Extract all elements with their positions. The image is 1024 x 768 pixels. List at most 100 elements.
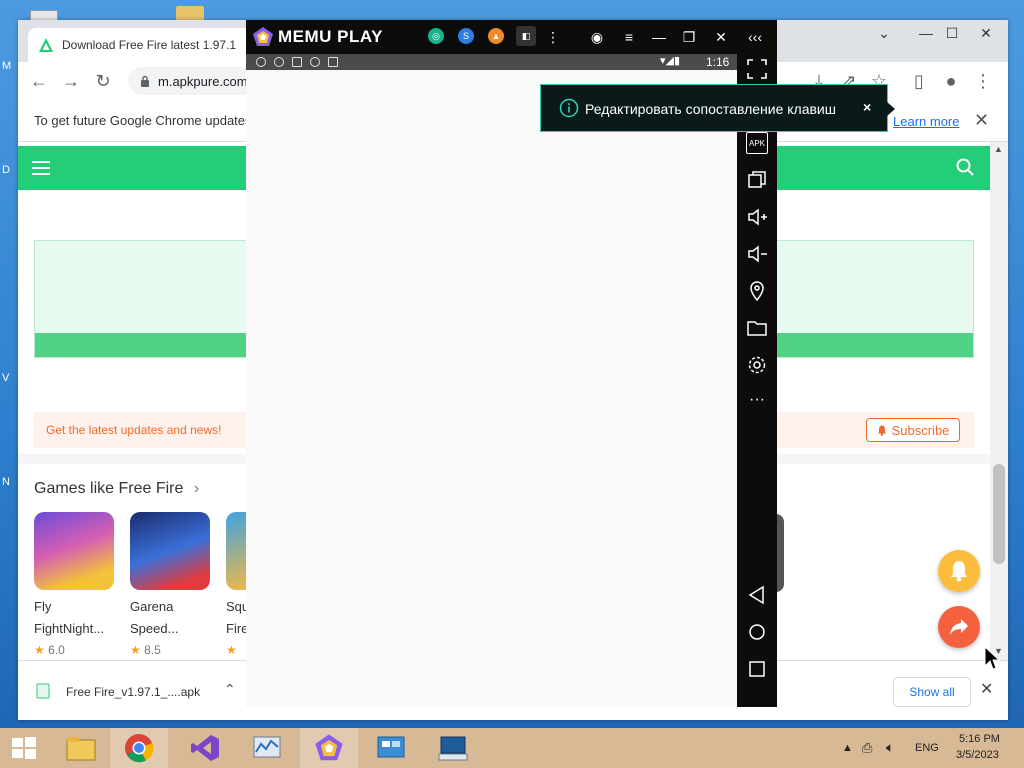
- chrome-logo-icon: [125, 734, 154, 763]
- side-panel-icon[interactable]: ▯: [906, 68, 932, 94]
- chrome-menu-icon[interactable]: ⋮: [970, 68, 996, 94]
- taskbar-control-panel[interactable]: [362, 728, 420, 768]
- memu-close-icon[interactable]: ✕: [710, 26, 732, 48]
- fullscreen-icon[interactable]: [746, 58, 768, 80]
- app-tab-icon-3[interactable]: ▲: [488, 28, 504, 44]
- taskbar-on-screen-keyboard[interactable]: [424, 728, 482, 768]
- game-rating: ★ 8.5: [130, 640, 210, 660]
- subscribe-button[interactable]: Subscribe: [866, 418, 960, 442]
- learn-more-link[interactable]: Learn more: [893, 114, 959, 129]
- star-icon: ★: [34, 643, 45, 657]
- taskbar-resource-monitor[interactable]: [238, 728, 296, 768]
- hamburger-menu-icon[interactable]: [32, 161, 50, 175]
- tab-title: Download Free Fire latest 1.97.1: [62, 38, 237, 52]
- game-card[interactable]: Fly FightNight... ★ 6.0: [34, 512, 114, 660]
- game-card[interactable]: Garena Speed... ★ 8.5: [130, 512, 210, 660]
- status-app-icon: [310, 57, 320, 67]
- tray-volume-icon[interactable]: 🔈︎: [886, 739, 894, 756]
- share-fab-button[interactable]: [938, 606, 980, 648]
- taskbar-memu[interactable]: [300, 728, 358, 768]
- download-shelf-close-icon[interactable]: ✕: [980, 679, 993, 699]
- app-tab-icon-active[interactable]: ◧: [516, 26, 536, 46]
- memu-restore-icon[interactable]: ❐: [678, 26, 700, 48]
- scrollbar-thumb[interactable]: [993, 464, 1005, 564]
- download-chevron-up-icon[interactable]: ⌃: [224, 681, 236, 698]
- chrome-close-button[interactable]: ✕: [968, 22, 1004, 44]
- tray-expand-chevron-icon[interactable]: ▲: [842, 742, 853, 754]
- taskbar-file-explorer[interactable]: [52, 728, 110, 768]
- page-scrollbar[interactable]: ▲ ▼: [990, 142, 1008, 660]
- back-arrow-icon[interactable]: ←: [26, 68, 52, 94]
- show-all-button[interactable]: Show all: [893, 677, 971, 707]
- location-pin-icon[interactable]: [746, 280, 768, 302]
- lock-icon: [141, 75, 149, 87]
- game-name: Squ: [226, 599, 246, 614]
- games-like-heading[interactable]: Games like Free Fire ›: [34, 480, 199, 498]
- star-icon: ★: [130, 643, 141, 657]
- url-text: m.apkpure.com: [158, 73, 248, 89]
- chevron-right-icon: ›: [193, 480, 200, 497]
- news-text: Get the latest updates and news!: [46, 423, 222, 437]
- android-recents-icon[interactable]: [746, 658, 768, 680]
- file-explorer-icon: [66, 737, 96, 761]
- more-horizontal-icon[interactable]: ···: [746, 391, 768, 413]
- status-a-icon: [328, 57, 338, 67]
- chrome-maximize-button[interactable]: ☐: [934, 22, 970, 44]
- tooltip-text: Редактировать сопоставление клавиш: [585, 101, 836, 117]
- more-vertical-icon[interactable]: ⋮: [542, 26, 564, 48]
- start-button[interactable]: [0, 728, 48, 768]
- mouse-cursor-icon: [984, 646, 1000, 670]
- keymapping-tooltip: Редактировать сопоставление клавиш ×: [540, 84, 895, 132]
- notification-bell-button[interactable]: [938, 550, 980, 592]
- apk-label: APK: [748, 138, 765, 148]
- tab-search-chevron-icon[interactable]: ⌄: [866, 22, 902, 44]
- tray-language[interactable]: ENG: [915, 742, 939, 754]
- subscribe-label: Subscribe: [891, 422, 950, 438]
- android-screen[interactable]: [246, 70, 737, 707]
- tray-time[interactable]: 5:16 PM: [959, 733, 1000, 745]
- profile-avatar-icon[interactable]: ●: [938, 68, 964, 94]
- memu-titlebar[interactable]: MEMU PLAY ◎ S ▲ ◧ ⋮ ◉ ≡ — ❐ ✕ ‹‹‹: [246, 20, 777, 54]
- game-name-line2: Fire: [226, 621, 246, 636]
- folder-icon[interactable]: [746, 317, 768, 339]
- account-circle-icon[interactable]: ◉: [586, 26, 608, 48]
- file-apk-icon: [36, 683, 50, 699]
- apkpure-favicon-icon: [39, 38, 53, 52]
- volume-down-icon[interactable]: [746, 243, 768, 265]
- volume-up-icon[interactable]: [746, 206, 768, 228]
- app-tab-icon-2[interactable]: S: [458, 28, 474, 44]
- browser-tab[interactable]: Download Free Fire latest 1.97.1: [28, 28, 258, 62]
- memu-logo-icon: [253, 27, 273, 46]
- tooltip-close-icon[interactable]: ×: [863, 99, 871, 115]
- forward-arrow-icon[interactable]: →: [58, 68, 84, 94]
- tray-network-icon[interactable]: ⎙: [862, 740, 872, 756]
- keyboard-monitor-icon: [438, 736, 468, 761]
- game-card[interactable]: Squ Fire ★ 6: [226, 512, 246, 660]
- desktop-label-n: N: [2, 476, 10, 488]
- status-pause-icon: [292, 57, 302, 67]
- android-statusbar: ▾◢▮ 1:16: [246, 54, 737, 70]
- android-back-icon[interactable]: [746, 584, 768, 606]
- apk-install-icon[interactable]: APK: [746, 132, 768, 154]
- monitor-chart-icon: [253, 736, 281, 758]
- star-icon: ★: [226, 643, 237, 657]
- search-icon[interactable]: [956, 158, 974, 176]
- show-all-label: Show all: [909, 685, 955, 699]
- settings-gear-icon[interactable]: [746, 354, 768, 376]
- scroll-up-arrow-icon[interactable]: ▲: [994, 144, 1003, 154]
- memu-minimize-icon[interactable]: —: [648, 26, 670, 48]
- app-tab-icon-1[interactable]: ◎: [428, 28, 444, 44]
- multi-window-icon[interactable]: [746, 169, 768, 191]
- taskbar-visual-studio[interactable]: [176, 728, 234, 768]
- status-app-icon: [256, 57, 266, 67]
- share-arrow-icon: [950, 619, 968, 635]
- download-item-name[interactable]: Free Fire_v1.97.1_....apk: [66, 685, 200, 699]
- game-name-line2: Speed...: [130, 621, 179, 636]
- android-home-icon[interactable]: [746, 621, 768, 643]
- reload-icon[interactable]: ↻: [90, 68, 116, 94]
- memu-menu-icon[interactable]: ≡: [618, 26, 640, 48]
- taskbar-chrome[interactable]: [110, 728, 168, 768]
- tray-date[interactable]: 3/5/2023: [956, 749, 999, 761]
- infobar-close-icon[interactable]: ✕: [974, 110, 989, 131]
- collapse-sidebar-icon[interactable]: ‹‹‹: [744, 26, 766, 48]
